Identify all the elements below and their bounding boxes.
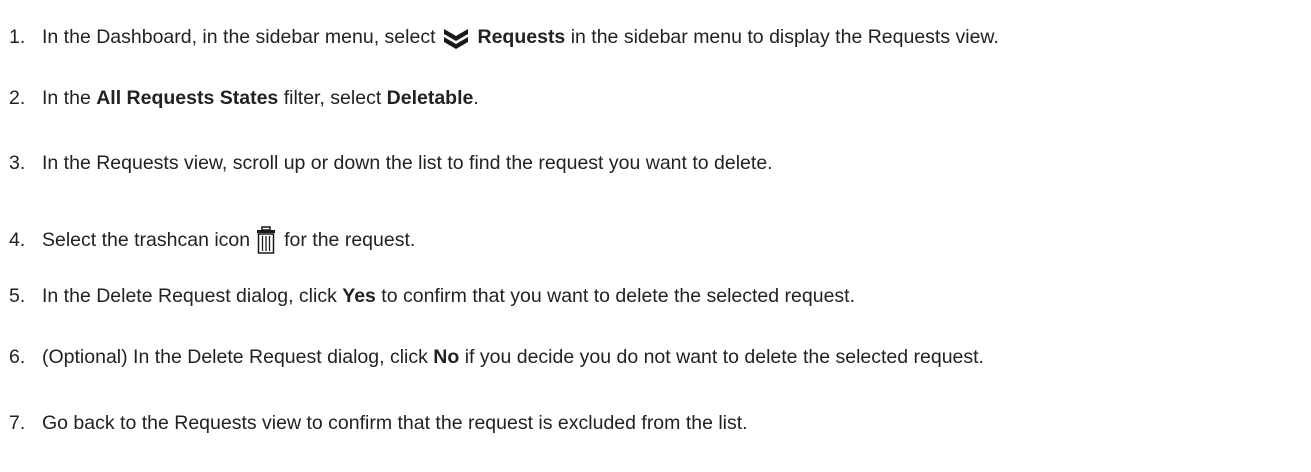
step-1: 1. In the Dashboard, in the sidebar menu… bbox=[0, 23, 1311, 53]
trashcan-icon bbox=[256, 226, 276, 256]
step-text: Go back to the Requests view to confirm … bbox=[42, 414, 748, 434]
step-text-before: In the bbox=[42, 87, 97, 110]
step-3: 3. In the Requests view, scroll up or do… bbox=[0, 149, 1311, 179]
step-text-middle: filter, select bbox=[278, 87, 387, 110]
step-2: 2. In the All Requests States filter, se… bbox=[0, 84, 1311, 114]
filter-name: All Requests States bbox=[96, 87, 279, 110]
step-text: In the All Requests States filter, selec… bbox=[42, 89, 479, 109]
step-text-content: Go back to the Requests view to confirm … bbox=[42, 412, 748, 435]
step-text: In the Dashboard, in the sidebar menu, s… bbox=[42, 26, 999, 50]
step-text: (Optional) In the Delete Request dialog,… bbox=[42, 348, 984, 368]
step-text: In the Requests view, scroll up or down … bbox=[42, 154, 773, 174]
step-number: 5. bbox=[9, 285, 26, 308]
step-text-before: In the Dashboard, in the sidebar menu, s… bbox=[42, 26, 436, 49]
step-number: 7. bbox=[9, 412, 26, 435]
step-text: Select the trashcan icon for the request… bbox=[42, 226, 415, 256]
step-number: 2. bbox=[9, 87, 26, 110]
step-text-after: for the request. bbox=[284, 229, 416, 252]
step-number: 6. bbox=[9, 346, 26, 369]
step-text-content: In the Requests view, scroll up or down … bbox=[42, 152, 773, 175]
step-7: 7. Go back to the Requests view to confi… bbox=[0, 409, 1311, 439]
requests-menu-label: Requests bbox=[477, 26, 566, 49]
step-text: In the Delete Request dialog, click Yes … bbox=[42, 287, 855, 307]
step-text-after: in the sidebar menu to display the Reque… bbox=[565, 26, 999, 49]
filter-option: Deletable bbox=[386, 87, 474, 110]
step-6: 6. (Optional) In the Delete Request dial… bbox=[0, 343, 1311, 373]
step-number: 4. bbox=[9, 229, 26, 252]
layers-stack-icon bbox=[442, 26, 470, 50]
step-text-after: if you decide you do not want to delete … bbox=[459, 346, 984, 369]
step-text-after: . bbox=[473, 87, 479, 110]
step-text-after: to confirm that you want to delete the s… bbox=[375, 285, 856, 308]
step-5: 5. In the Delete Request dialog, click Y… bbox=[0, 282, 1311, 312]
step-number: 3. bbox=[9, 152, 26, 175]
yes-button-label: Yes bbox=[342, 285, 376, 308]
no-button-label: No bbox=[433, 346, 460, 369]
step-number: 1. bbox=[9, 26, 26, 49]
step-text-before: Select the trashcan icon bbox=[42, 229, 251, 252]
step-text-before: In the Delete Request dialog, click bbox=[42, 285, 343, 308]
step-text-before: (Optional) In the Delete Request dialog,… bbox=[42, 346, 434, 369]
step-4: 4. Select the trashcan icon for the requ… bbox=[0, 226, 1311, 256]
